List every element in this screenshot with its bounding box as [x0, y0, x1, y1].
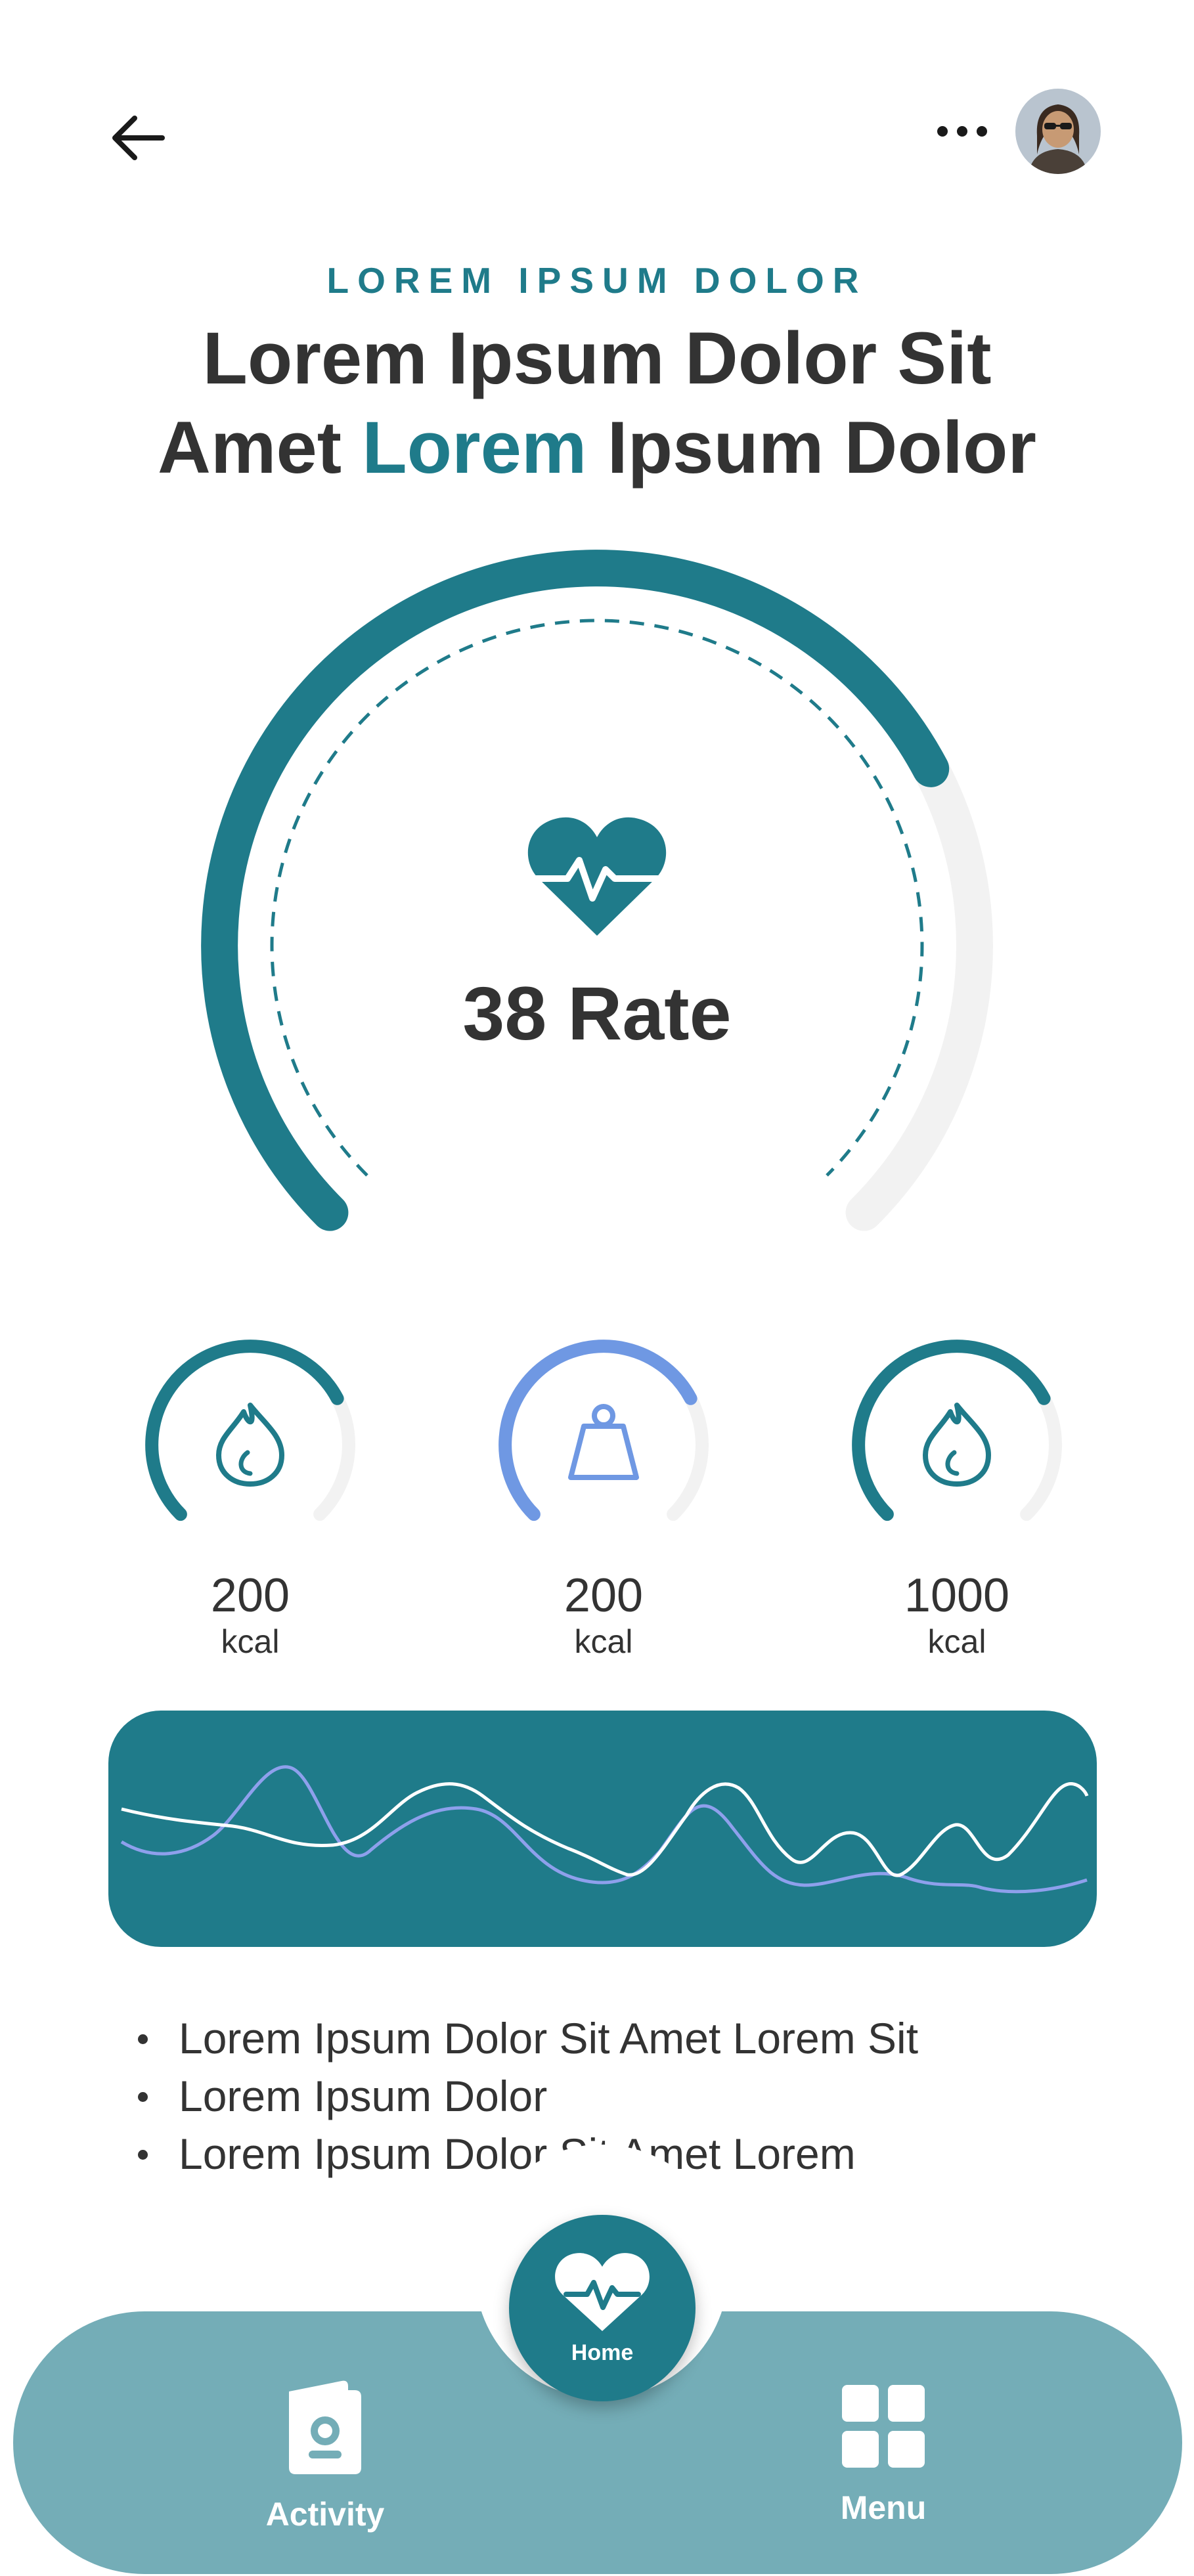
stat-ring-arc — [498, 1340, 697, 1521]
page-title: Lorem Ipsum Dolor Sit Amet Lorem Ipsum D… — [0, 314, 1194, 492]
heart-pulse-icon — [555, 2252, 650, 2331]
stat-value: 200 — [564, 1569, 644, 1622]
title-line-2-start: Amet — [158, 406, 363, 489]
title-line-2: Amet Lorem Ipsum Dolor — [0, 403, 1194, 492]
arrow-left-icon — [112, 116, 165, 160]
title-line-1: Lorem Ipsum Dolor Sit — [202, 317, 992, 399]
stat-unit: kcal — [927, 1623, 986, 1660]
title-accent-word: Lorem — [362, 406, 587, 489]
avatar[interactable] — [1015, 89, 1101, 174]
flame-icon — [923, 1403, 991, 1487]
more-horizontal-icon — [937, 126, 987, 137]
activity-card-icon — [289, 2380, 361, 2474]
stat-value: 1000 — [904, 1569, 1010, 1622]
list-item: Lorem Ipsum Dolor — [131, 2067, 1117, 2125]
stat-ring-1 — [145, 1340, 355, 1521]
list-item: Lorem Ipsum Dolor Sit Amet Lorem Sit — [131, 2009, 1117, 2067]
nav-item-activity[interactable]: Activity — [227, 2377, 424, 2533]
stat-calories-1[interactable]: 200 kcal — [119, 1333, 382, 1661]
stat-ring-arc — [145, 1340, 344, 1521]
title-line-2-end: Ipsum Dolor — [586, 406, 1036, 489]
stat-value: 200 — [210, 1569, 290, 1622]
gauge-center: 38 Rate — [0, 814, 1194, 1057]
grid-icon — [842, 2385, 925, 2468]
nav-label-home: Home — [571, 2340, 634, 2365]
heart-rate-value: 38 Rate — [462, 972, 732, 1056]
weight-icon — [568, 1404, 639, 1480]
more-options-button[interactable] — [923, 98, 1002, 164]
nav-item-menu[interactable]: Menu — [785, 2384, 982, 2527]
eyebrow-label: LOREM IPSUM DOLOR — [326, 260, 868, 301]
back-button[interactable] — [102, 102, 174, 174]
user-avatar-icon — [1015, 89, 1101, 174]
heart-pulse-icon — [526, 817, 668, 936]
wave-series-white — [121, 1782, 1089, 1877]
stat-ring-2 — [498, 1340, 709, 1521]
stat-calories-2[interactable]: 1000 kcal — [826, 1333, 1088, 1661]
stat-weight[interactable]: 200 kcal — [472, 1333, 735, 1661]
home-button[interactable]: Home — [509, 2215, 696, 2401]
stat-unit: kcal — [221, 1623, 280, 1660]
wave-series-purple — [120, 1765, 1088, 1894]
stat-ring-arc — [852, 1340, 1051, 1521]
nav-label-menu: Menu — [840, 2489, 927, 2526]
flame-icon — [216, 1403, 284, 1487]
activity-wave-chart — [108, 1711, 1097, 1947]
nav-label-activity: Activity — [265, 2496, 385, 2533]
stat-ring-3 — [852, 1340, 1062, 1521]
stat-unit: kcal — [574, 1623, 633, 1660]
